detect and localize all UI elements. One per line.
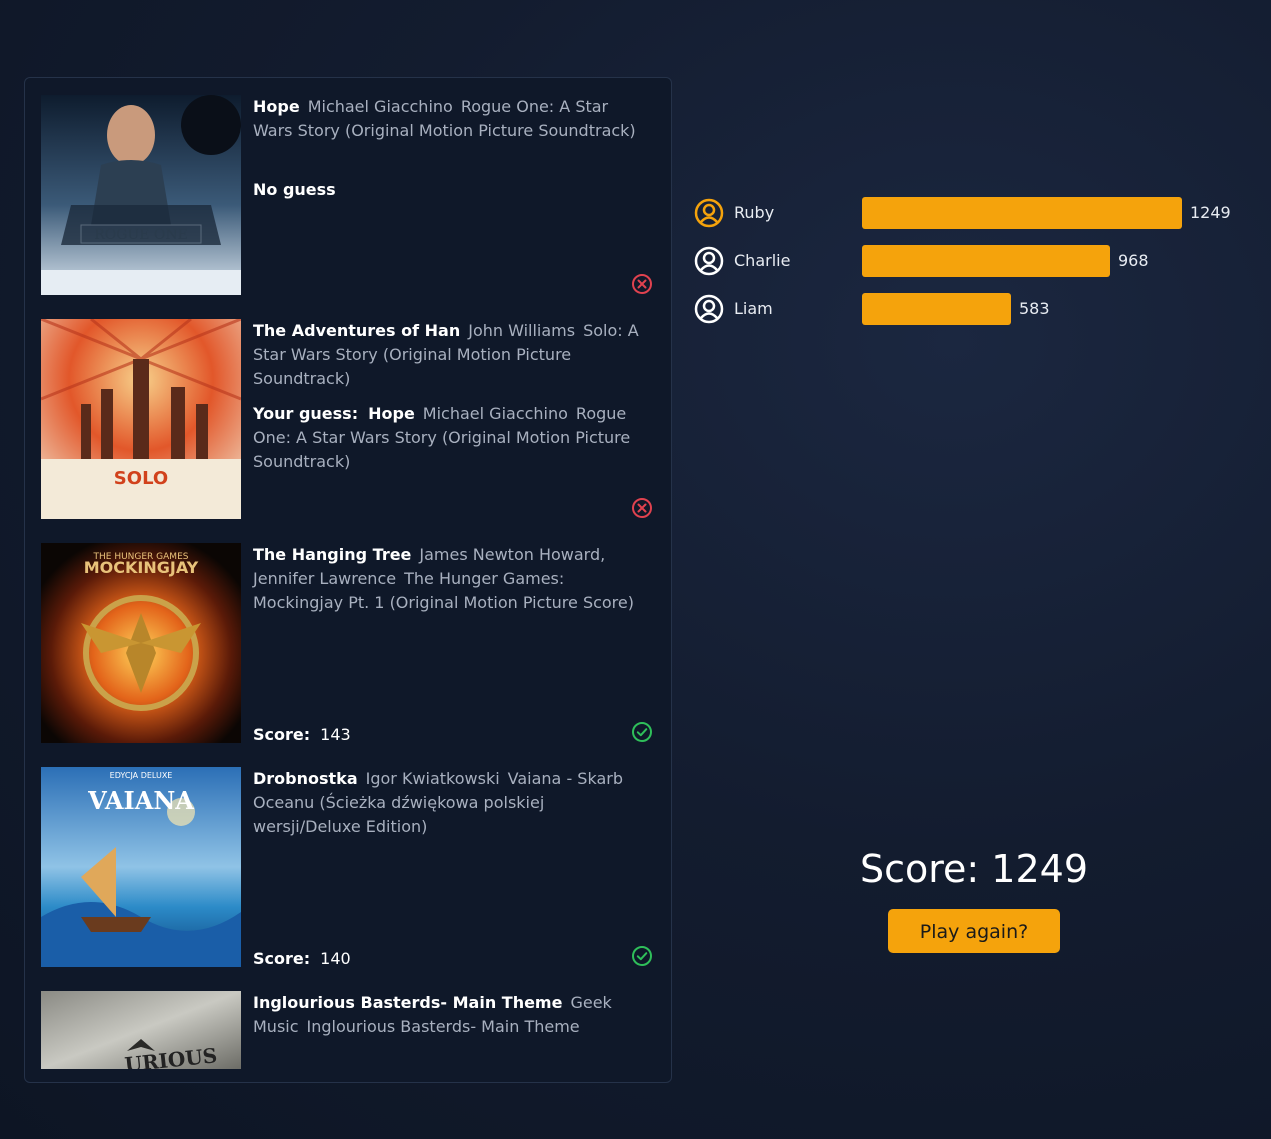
track-score: Score: 140: [253, 947, 351, 971]
score-bar: [862, 293, 1011, 325]
cover-text: VAIANA: [87, 786, 194, 815]
track-artist: Igor Kwiatkowski: [365, 769, 500, 788]
score-label: Score:: [253, 949, 311, 968]
guess-artist: Michael Giacchino: [422, 404, 568, 423]
user-icon: [694, 246, 724, 276]
track-info: The Hanging Tree James Newton Howard, Jen…: [253, 543, 649, 615]
leaderboard-row: Liam 583: [694, 293, 1254, 325]
track-info: The Adventures of Han John Williams Solo: …: [253, 319, 649, 474]
album-cover: THE HUNGER GAMES MOCKINGJAY: [41, 543, 241, 743]
track-item: THE HUNGER GAMES MOCKINGJAY The Hanging …: [41, 543, 657, 744]
guess-title: Hope: [368, 404, 415, 423]
score-bar: [862, 197, 1182, 229]
guess-label: Your guess:: [253, 404, 359, 423]
score-value: 140: [320, 949, 351, 968]
track-title: The Hanging Tree: [253, 545, 412, 564]
player-name: Liam: [734, 299, 773, 318]
score-label: Score:: [253, 725, 311, 744]
track-item: SOLO The Adventures of Han John Williams S…: [41, 319, 657, 519]
player-name: Charlie: [734, 251, 791, 270]
wrong-icon: [631, 273, 653, 295]
cover-text: MOCKINGJAY: [84, 558, 199, 577]
cover-text-top: EDYCJA DELUXE: [110, 771, 173, 780]
final-score: Score: 1249: [859, 847, 1089, 891]
user-icon: [694, 294, 724, 324]
track-item: EDYCJA DELUXE VAIANA Drobnostka Igor Kwia…: [41, 767, 657, 968]
track-item: ROGUE ONE Hope Michael Giacchino Rogue One…: [41, 95, 657, 295]
track-artist: Michael Giacchino: [307, 97, 453, 116]
track-title: Hope: [253, 97, 300, 116]
score-bar: [862, 245, 1110, 277]
user-guess: Your guess: Hope Michael Giacchino Rogue On…: [253, 402, 649, 474]
results-panel: ROGUE ONE Hope Michael Giacchino Rogue One…: [24, 77, 672, 1083]
wrong-icon: [631, 497, 653, 519]
cover-text: SOLO: [114, 468, 168, 489]
track-info: Drobnostka Igor Kwiatkowski Vaiana - Skarb…: [253, 767, 649, 839]
player-score: 968: [1118, 251, 1149, 270]
track-artist: John Williams: [468, 321, 576, 340]
play-again-button[interactable]: Play again?: [888, 909, 1060, 953]
track-info: Hope Michael Giacchino Rogue One: A Star W…: [253, 95, 649, 202]
album-cover: ROGUE ONE: [41, 95, 241, 295]
correct-icon: [631, 721, 653, 743]
track-title: The Adventures of Han: [253, 321, 461, 340]
score-value: 143: [320, 725, 351, 744]
track-score: Score: 143: [253, 723, 351, 747]
leaderboard-row: Charlie 968: [694, 245, 1254, 277]
user-icon: [694, 198, 724, 228]
track-title: Drobnostka: [253, 769, 358, 788]
player-score: 1249: [1190, 203, 1231, 222]
player-name: Ruby: [734, 203, 775, 222]
album-cover: EDYCJA DELUXE VAIANA: [41, 767, 241, 967]
correct-icon: [631, 945, 653, 967]
player-score: 583: [1019, 299, 1050, 318]
leaderboard-row: Ruby 1249: [694, 197, 1254, 229]
album-cover: SOLO: [41, 319, 241, 519]
guess-text: No guess: [253, 180, 336, 199]
album-cover: URIOUS: [41, 991, 241, 1069]
track-album: Inglourious Basterds- Main Theme: [306, 1017, 580, 1036]
track-title: Inglourious Basterds- Main Theme: [253, 993, 563, 1012]
cover-text: ROGUE ONE: [94, 227, 188, 243]
track-info: Inglourious Basterds- Main Theme Geek Mus…: [253, 991, 649, 1039]
track-item: URIOUS Inglourious Basterds- Main Theme G…: [41, 991, 657, 1082]
